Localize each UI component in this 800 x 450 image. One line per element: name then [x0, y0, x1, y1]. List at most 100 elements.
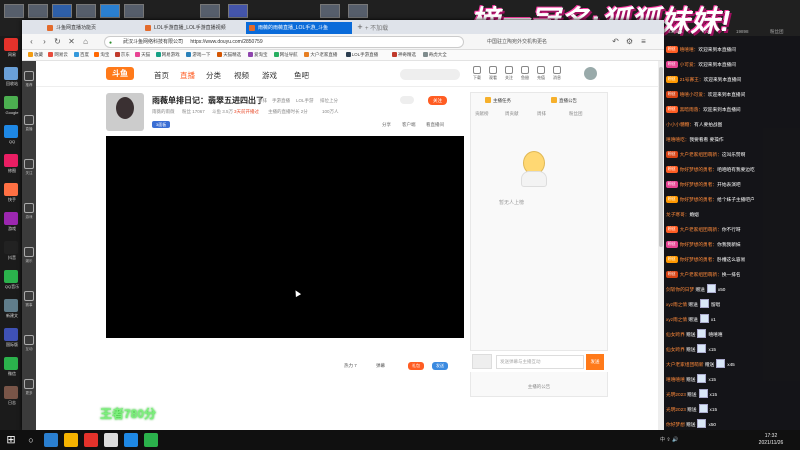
- chat-username[interactable]: 嘻嘻小可爱: [680, 92, 703, 97]
- chat-username[interactable]: 21号寡王: [680, 77, 699, 82]
- follow-icon[interactable]: 关注: [504, 66, 514, 80]
- desktop-icon[interactable]: [4, 386, 18, 399]
- sidebar-icon[interactable]: [24, 203, 34, 213]
- chat-username[interactable]: 仙女跨界: [666, 332, 685, 337]
- home-icon[interactable]: ⌂: [80, 36, 91, 47]
- nav-yuba[interactable]: 鱼吧: [294, 70, 309, 81]
- video-player[interactable]: [106, 136, 464, 338]
- bookmark-item[interactable]: 神奇精选: [392, 52, 416, 58]
- chat-username[interactable]: 小可爱: [680, 62, 694, 67]
- windows-start-icon[interactable]: ⊞: [4, 433, 18, 447]
- room-tag[interactable]: 排位上分: [320, 98, 338, 104]
- watch-icon[interactable]: 观看: [488, 66, 498, 80]
- chat-username[interactable]: 仙女跨界: [666, 347, 685, 352]
- bookmark-item[interactable]: 大户老家直播: [304, 52, 337, 58]
- sidebar-icon[interactable]: [24, 335, 34, 345]
- view-room-link[interactable]: 看直播间: [426, 122, 444, 128]
- browser-icon[interactable]: [44, 433, 58, 447]
- chat-username[interactable]: 大户老家组团萌新: [680, 227, 718, 232]
- chat-username[interactable]: 你好梦想的勇者: [680, 167, 713, 172]
- chat-username[interactable]: 你好梦想的勇者: [680, 197, 713, 202]
- bookmark-item[interactable]: 天猫精选: [217, 52, 241, 58]
- site-search-input[interactable]: [400, 69, 460, 80]
- bookmark-item[interactable]: 游戏一下: [186, 52, 210, 58]
- desktop-icon[interactable]: [4, 183, 18, 196]
- message-icon[interactable]: 消息: [552, 66, 562, 80]
- app-icon[interactable]: [124, 433, 138, 447]
- chat-username[interactable]: 光明2023: [666, 407, 686, 412]
- nav-video[interactable]: 视频: [234, 70, 249, 81]
- desktop-icon[interactable]: [4, 270, 18, 283]
- chat-username[interactable]: 你好梦想的勇者: [680, 242, 713, 247]
- desktop-icon[interactable]: [4, 67, 18, 80]
- desktop-icon[interactable]: [4, 125, 18, 138]
- close-icon[interactable]: ✕: [66, 36, 77, 47]
- subtab-contribution[interactable]: 贡献榜: [475, 111, 489, 117]
- sidebar-icon[interactable]: [24, 291, 34, 301]
- chat-username[interactable]: 嘻嘻嘻: [680, 47, 694, 52]
- netease-icon[interactable]: [84, 433, 98, 447]
- subtab-rank[interactable]: 周排: [537, 111, 546, 117]
- send-button[interactable]: 发送: [586, 354, 604, 370]
- room-tag[interactable]: 手游直播: [272, 98, 290, 104]
- chat-username[interactable]: 你好梦想的勇者: [680, 182, 713, 187]
- chat-username[interactable]: 小小小糖糖: [666, 122, 689, 127]
- chat-username[interactable]: 大户老家组团萌新: [680, 152, 718, 157]
- recharge-icon[interactable]: 充值: [536, 66, 546, 80]
- anchor-avatar[interactable]: [106, 93, 144, 131]
- chat-username[interactable]: 龙子寒哥: [666, 212, 685, 217]
- tab-3-active[interactable]: 雨薇的雨薇直播_LOL手游_斗鱼: [246, 22, 352, 34]
- bookmark-item[interactable]: 网易云: [48, 52, 68, 58]
- wechat-icon[interactable]: [144, 433, 158, 447]
- bookmark-item[interactable]: 网易游戏: [155, 52, 180, 58]
- chat-username[interactable]: 你好梦想: [666, 422, 685, 427]
- user-avatar[interactable]: [584, 67, 597, 80]
- address-bar[interactable]: ● 武汉斗鱼网络科技有限公司 https://www.douyu.com/285…: [104, 36, 464, 48]
- bookmark-item[interactable]: 京东: [114, 52, 130, 58]
- folder-icon[interactable]: [64, 433, 78, 447]
- chat-username[interactable]: xyz雨之情: [666, 302, 687, 307]
- desktop-icon[interactable]: [4, 328, 18, 341]
- chat-username[interactable]: 黑暗雨落: [680, 107, 699, 112]
- search-icon[interactable]: ○: [24, 433, 38, 447]
- bookmark-item[interactable]: LOL手游直播: [345, 52, 378, 58]
- toggle-switch[interactable]: [400, 96, 414, 104]
- back-icon[interactable]: ‹: [26, 36, 37, 47]
- sidebar-icon[interactable]: [24, 247, 34, 257]
- chat-username[interactable]: 大户老家组团萌新: [666, 362, 704, 367]
- bookmark-item[interactable]: 收藏: [28, 52, 43, 58]
- chat-username[interactable]: xyz雨之情: [666, 317, 687, 322]
- bookmark-item[interactable]: 爱淘宝: [248, 52, 268, 58]
- desktop-icon[interactable]: [4, 299, 18, 312]
- chat-username[interactable]: 大户老家组团萌新: [680, 272, 718, 277]
- bookmark-item[interactable]: 百度: [74, 52, 89, 58]
- tab-anchor-task[interactable]: 主播任务: [485, 97, 511, 104]
- chat-username[interactable]: 剑斩你的日梦: [666, 287, 694, 292]
- room-tag[interactable]: LOL手游: [296, 98, 314, 104]
- subtab-week[interactable]: 周贡献: [505, 111, 519, 117]
- app-icon[interactable]: [104, 433, 118, 447]
- nav-live[interactable]: 直播: [180, 70, 195, 81]
- download-icon[interactable]: 下载: [472, 66, 482, 80]
- menu-icon[interactable]: ≡: [638, 36, 649, 47]
- settings-icon[interactable]: ⚙: [624, 36, 635, 47]
- desktop-icon[interactable]: [4, 241, 18, 254]
- clock[interactable]: 17:32 2021/11/26: [748, 433, 794, 447]
- tab-announcement[interactable]: 直播公告: [551, 97, 577, 104]
- refresh-icon[interactable]: ↻: [52, 36, 63, 47]
- nav-home[interactable]: 首页: [154, 70, 169, 81]
- fishfin-icon[interactable]: 鱼翅: [520, 66, 530, 80]
- chat-username[interactable]: 你好梦想的勇者: [680, 257, 713, 262]
- sidebar-icon[interactable]: [24, 159, 34, 169]
- chat-input[interactable]: 发送弹幕与主播互动: [496, 355, 584, 369]
- desktop-icon[interactable]: [4, 38, 18, 51]
- bookmark-item[interactable]: 淘宝: [94, 52, 109, 58]
- system-tray[interactable]: 中 ⇪ 🔊: [660, 436, 678, 443]
- sidebar-icon[interactable]: [24, 71, 34, 81]
- room-tag[interactable]: 单排: [258, 98, 267, 104]
- follow-button[interactable]: 关注: [428, 96, 447, 105]
- nav-game[interactable]: 游戏: [262, 70, 277, 81]
- gift-button[interactable]: 礼包: [408, 362, 424, 370]
- bookmark-item[interactable]: 天猫: [135, 52, 150, 58]
- client-link[interactable]: 客户端: [402, 122, 416, 128]
